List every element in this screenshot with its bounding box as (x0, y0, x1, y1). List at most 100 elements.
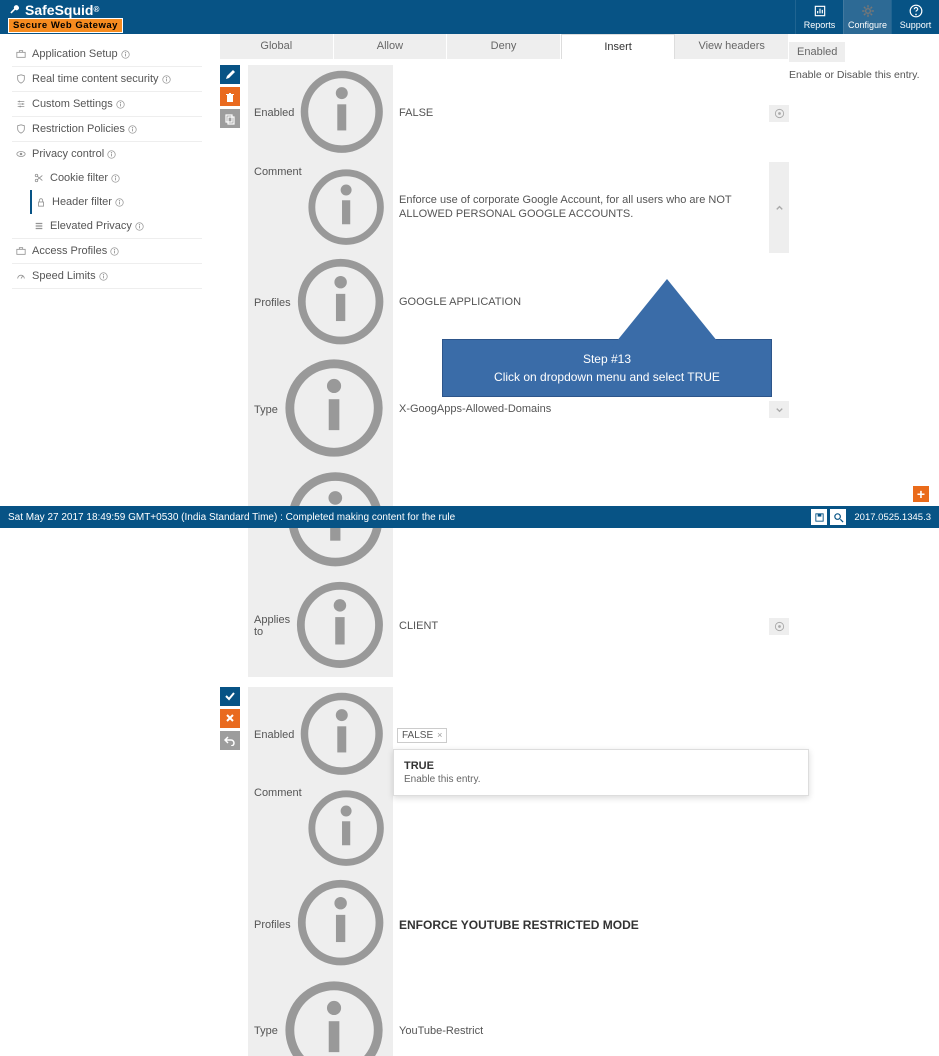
tab-insert[interactable]: Insert (561, 34, 676, 59)
move-up-button[interactable] (769, 162, 789, 253)
edit-button[interactable] (220, 65, 240, 84)
help-badge: Enabled (789, 42, 845, 62)
footer-search-button[interactable] (830, 509, 846, 525)
sidebar-label: Elevated Privacy (50, 220, 132, 232)
tab-global[interactable]: Global (220, 34, 334, 59)
cancel-button[interactable] (220, 709, 240, 728)
sidebar-item-privacy-control[interactable]: Privacy control (14, 142, 200, 166)
info-icon[interactable] (116, 100, 125, 109)
comment-key: Comment (254, 166, 302, 178)
type-key: Type (254, 404, 278, 416)
info-icon[interactable] (281, 977, 387, 1056)
info-icon[interactable] (293, 578, 387, 675)
eye-icon (16, 149, 26, 159)
tab-allow[interactable]: Allow (334, 34, 448, 59)
tab-view-headers[interactable]: View headers (675, 34, 789, 59)
scissors-icon (34, 173, 44, 183)
enabled-value: FALSE (393, 105, 769, 122)
briefcase-icon (16, 49, 26, 59)
reports-label: Reports (804, 20, 836, 30)
info-icon[interactable] (297, 689, 387, 782)
sidebar-item-speed-limits[interactable]: Speed Limits (14, 264, 200, 288)
sidebar-item-custom-settings[interactable]: Custom Settings (14, 92, 200, 116)
footer-save-button[interactable] (811, 509, 827, 525)
info-icon[interactable] (99, 272, 108, 281)
sidebar-item-access-profiles[interactable]: Access Profiles (14, 239, 200, 263)
brand-reg: ® (93, 5, 99, 14)
info-icon[interactable] (110, 247, 119, 256)
enabled-key: Enabled (254, 107, 294, 119)
info-icon[interactable] (294, 255, 387, 351)
status-text: Sat May 27 2017 18:49:59 GMT+0530 (India… (8, 512, 455, 523)
sidebar-label: Access Profiles (32, 245, 107, 257)
sidebar-label: Privacy control (32, 148, 104, 160)
info-icon[interactable] (121, 50, 130, 59)
info-icon[interactable] (294, 876, 387, 972)
sidebar-label: Real time content security (32, 73, 159, 85)
enabled-target-button[interactable] (769, 105, 789, 122)
status-bar: Sat May 27 2017 18:49:59 GMT+0530 (India… (0, 506, 939, 528)
info-icon[interactable] (305, 166, 387, 251)
enabled-dropdown[interactable]: FALSE × (397, 728, 447, 743)
profiles-value: ENFORCE YOUTUBE RESTRICTED MODE (393, 916, 789, 934)
confirm-button[interactable] (220, 687, 240, 706)
sidebar-subitem-header-filter[interactable]: Header filter (34, 190, 200, 214)
info-icon[interactable] (162, 75, 171, 84)
top-actions: Reports Configure Support (795, 0, 939, 34)
info-icon[interactable] (107, 150, 116, 159)
support-button[interactable]: Support (891, 0, 939, 34)
gauge-icon (16, 271, 26, 281)
sidebar-label: Restriction Policies (32, 123, 125, 135)
info-icon[interactable] (115, 198, 124, 207)
callout-body: Click on dropdown menu and select TRUE (453, 368, 761, 386)
type-value: YouTube-Restrict (393, 1023, 789, 1040)
sidebar-label: Speed Limits (32, 270, 96, 282)
sidebar-subitem-cookie-filter[interactable]: Cookie filter (32, 166, 200, 190)
configure-icon (861, 4, 875, 18)
sidebar-item-restriction-policies[interactable]: Restriction Policies (14, 117, 200, 141)
sidebar-label: Custom Settings (32, 98, 113, 110)
support-label: Support (900, 20, 932, 30)
bars-icon (34, 221, 44, 231)
help-panel: Enabled Enable or Disable this entry. (789, 34, 939, 506)
applies-value: CLIENT (393, 618, 769, 635)
entry-panel-2: Enabled FALSE× TRUE Enable this entry. C… (220, 687, 789, 1056)
sidebar: Application Setup Real time content secu… (0, 34, 210, 506)
comment-value: Enforce use of corporate Google Account,… (393, 191, 769, 224)
tutorial-callout: Step #13 Click on dropdown menu and sele… (442, 339, 772, 397)
brand-logo: SafeSquid® Secure Web Gateway (8, 2, 123, 33)
shield-icon (16, 124, 26, 134)
configure-button[interactable]: Configure (843, 0, 891, 34)
token-remove-icon[interactable]: × (437, 730, 442, 740)
info-icon[interactable] (305, 787, 387, 872)
reports-button[interactable]: Reports (795, 0, 843, 34)
dropdown-option-true[interactable]: TRUE (402, 758, 800, 774)
info-icon[interactable] (297, 67, 387, 160)
move-down-button[interactable] (769, 401, 789, 418)
support-icon (909, 4, 923, 18)
dropdown-token-label: FALSE (402, 730, 433, 741)
info-icon[interactable] (111, 174, 120, 183)
profiles-key: Profiles (254, 919, 291, 931)
sidebar-item-application-setup[interactable]: Application Setup (14, 42, 200, 66)
sidebar-label: Header filter (52, 196, 112, 208)
clone-button[interactable] (220, 109, 240, 128)
reports-icon (813, 4, 827, 18)
revert-button[interactable] (220, 731, 240, 750)
shield-icon (16, 74, 26, 84)
wrench-icon (8, 3, 22, 17)
sidebar-subitem-elevated-privacy[interactable]: Elevated Privacy (32, 214, 200, 238)
help-text: Enable or Disable this entry. (789, 68, 929, 83)
sliders-icon (16, 99, 26, 109)
info-icon[interactable] (281, 355, 387, 464)
info-icon[interactable] (128, 125, 137, 134)
brand-name: SafeSquid (25, 2, 93, 18)
delete-button[interactable] (220, 87, 240, 106)
info-icon[interactable] (135, 222, 144, 231)
sidebar-item-realtime-security[interactable]: Real time content security (14, 67, 200, 91)
tab-deny[interactable]: Deny (447, 34, 561, 59)
add-entry-button[interactable]: + (913, 486, 929, 502)
briefcase-icon (16, 246, 26, 256)
lock-icon (36, 197, 46, 207)
applies-target-button[interactable] (769, 618, 789, 635)
